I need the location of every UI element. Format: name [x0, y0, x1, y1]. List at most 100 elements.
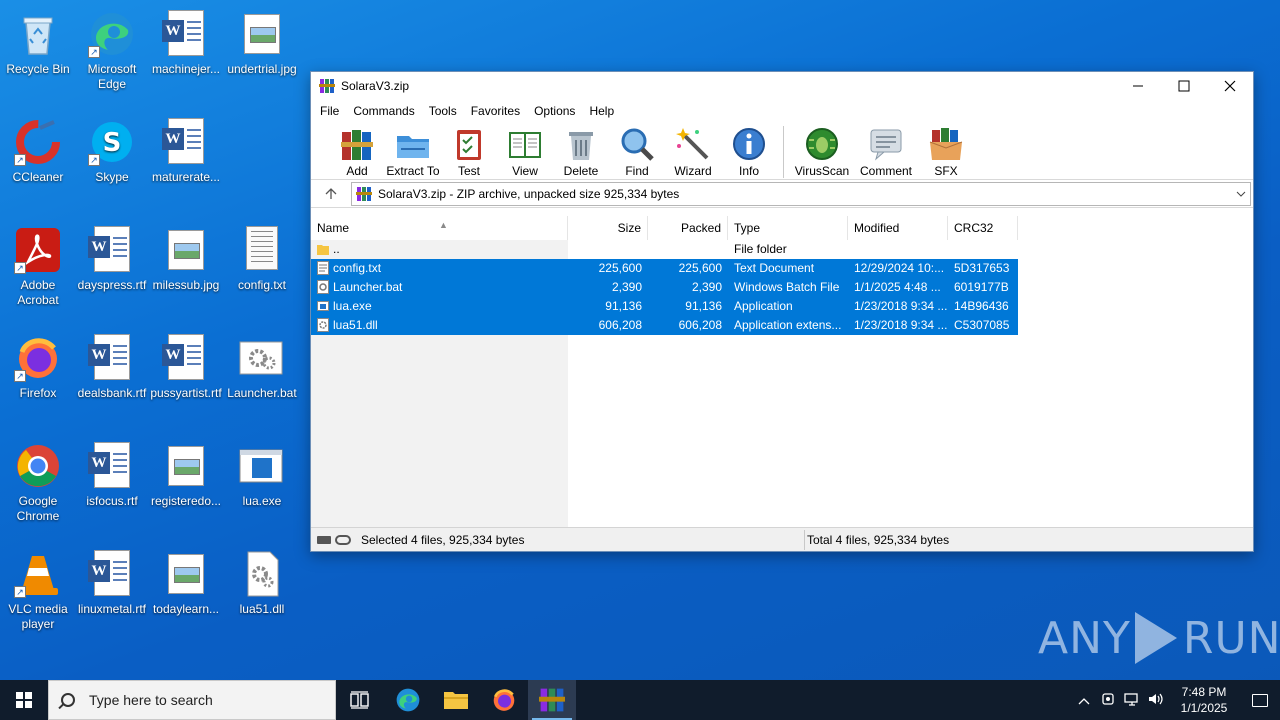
row-modified: 1/23/2018 9:34 ... — [848, 297, 948, 316]
volume-icon[interactable] — [1144, 692, 1168, 709]
shortcut-arrow-icon: ↗ — [88, 154, 100, 166]
desktop-icon-label: Adobe Acrobat — [17, 278, 59, 307]
desktop-icon-firefox[interactable]: ↗ Firefox — [0, 328, 76, 428]
comment-button[interactable]: Comment — [854, 126, 918, 178]
table-row-launcher-bat[interactable]: Launcher.bat 2,390 2,390 Windows Batch F… — [311, 278, 1253, 297]
notifications-button[interactable] — [1240, 693, 1280, 707]
row-name-cell: lua.exe — [311, 297, 568, 316]
taskbar-file-explorer-button[interactable] — [432, 680, 480, 720]
virusscan-button[interactable]: VirusScan — [790, 126, 854, 178]
view-button[interactable]: View — [497, 126, 553, 178]
menu-commands[interactable]: Commands — [346, 100, 421, 122]
desktop-icon-dayspress-rtf[interactable]: W dayspress.rtf — [74, 220, 150, 320]
task-view-button[interactable] — [336, 680, 384, 720]
wizard-wand-icon — [675, 126, 711, 162]
extract-to-button[interactable]: Extract To — [385, 126, 441, 178]
taskbar-search-box[interactable]: Type here to search — [48, 680, 336, 720]
desktop-icon-maturerate[interactable]: W maturerate... — [148, 112, 224, 212]
row-packed: 91,136 — [648, 297, 728, 316]
menu-tools[interactable]: Tools — [422, 100, 464, 122]
taskbar-edge-button[interactable] — [384, 680, 432, 720]
word-document-icon: W — [88, 550, 136, 598]
table-row-lua51-dll[interactable]: lua51.dll 606,208 606,208 Application ex… — [311, 316, 1253, 335]
firefox-icon: ↗ — [14, 334, 62, 382]
desktop-icon-registeredo[interactable]: registeredo... — [148, 436, 224, 536]
desktop-icon-isfocus-rtf[interactable]: W isfocus.rtf — [74, 436, 150, 536]
desktop-icon-microsoft-edge[interactable]: ↗ Microsoft Edge — [74, 4, 150, 104]
test-button[interactable]: Test — [441, 126, 497, 178]
maximize-button[interactable] — [1161, 72, 1207, 100]
delete-button[interactable]: Delete — [553, 126, 609, 178]
desktop-icon-recycle-bin[interactable]: Recycle Bin — [0, 4, 76, 104]
desktop-icon-label: lua51.dll — [239, 602, 285, 616]
start-button[interactable] — [0, 680, 48, 720]
menu-help[interactable]: Help — [582, 100, 621, 122]
menu-file[interactable]: File — [313, 100, 346, 122]
info-icon — [731, 126, 767, 162]
desktop-icon-pussyartist-rtf[interactable]: W pussyartist.rtf — [148, 328, 224, 428]
desktop-icon-label: Microsoft Edge — [87, 62, 137, 91]
archive-path-dropdown[interactable]: SolaraV3.zip - ZIP archive, unpacked siz… — [351, 181, 1251, 206]
desktop-icon-config-txt[interactable]: config.txt — [224, 220, 300, 320]
desktop-icon-undertrial-jpg[interactable]: undertrial.jpg — [224, 4, 300, 104]
show-hidden-icons-chevron-up-icon[interactable] — [1072, 693, 1096, 708]
shortcut-arrow-icon: ↗ — [88, 46, 100, 58]
add-button[interactable]: Add — [329, 126, 385, 178]
desktop-icon-google-chrome[interactable]: Google Chrome — [0, 436, 76, 536]
column-header-name[interactable]: Name ▲ — [311, 216, 568, 240]
row-packed: 225,600 — [648, 259, 728, 278]
desktop-icon-lua51-dll[interactable]: lua51.dll — [224, 544, 300, 644]
clock-date: 1/1/2025 — [1180, 701, 1228, 715]
menu-bar: File Commands Tools Favorites Options He… — [311, 100, 1253, 122]
search-icon — [61, 693, 75, 707]
table-row-lua-exe[interactable]: lua.exe 91,136 91,136 Application 1/23/2… — [311, 297, 1253, 316]
taskbar-clock[interactable]: 7:48 PM 1/1/2025 — [1168, 684, 1240, 716]
window-titlebar[interactable]: SolaraV3.zip — [311, 72, 1253, 100]
desktop-icon-skype[interactable]: S ↗ Skype — [74, 112, 150, 212]
desktop-icon-dealsbank-rtf[interactable]: W dealsbank.rtf — [74, 328, 150, 428]
text-file-icon — [317, 261, 329, 275]
network-icon[interactable] — [1120, 692, 1144, 709]
virusscan-bug-icon — [804, 126, 840, 162]
key-icon[interactable] — [335, 534, 351, 545]
play-triangle-icon — [1134, 612, 1177, 664]
taskbar-winrar-button[interactable] — [528, 680, 576, 720]
minimize-button[interactable] — [1115, 72, 1161, 100]
menu-options[interactable]: Options — [527, 100, 582, 122]
desktop-icon-ccleaner[interactable]: ↗ CCleaner — [0, 112, 76, 212]
watermark-right-text: RUN — [1182, 612, 1280, 664]
table-row-parent-folder[interactable]: .. File folder — [311, 240, 1253, 259]
desktop-icon-milessub-jpg[interactable]: milessub.jpg — [148, 220, 224, 320]
wizard-button[interactable]: Wizard — [665, 126, 721, 178]
desktop-icon-launcher-bat[interactable]: Launcher.bat — [224, 328, 300, 428]
table-row-config-txt[interactable]: config.txt 225,600 225,600 Text Document… — [311, 259, 1253, 278]
desktop-icon-adobe-acrobat[interactable]: ↗ Adobe Acrobat — [0, 220, 76, 320]
desktop-icon-todaylearn[interactable]: todaylearn... — [148, 544, 224, 644]
column-header-type[interactable]: Type — [728, 216, 848, 240]
window-title: SolaraV3.zip — [341, 79, 410, 93]
column-header-packed[interactable]: Packed — [648, 216, 728, 240]
chevron-down-icon[interactable] — [1232, 188, 1250, 200]
watermark-left-text: ANY — [1038, 612, 1131, 664]
column-header-modified[interactable]: Modified — [848, 216, 948, 240]
desktop-icon-vlc[interactable]: ↗ VLC media player — [0, 544, 76, 644]
up-one-level-button[interactable] — [311, 180, 351, 208]
winrar-window: SolaraV3.zip File Commands Tools Favorit… — [310, 71, 1254, 552]
find-button[interactable]: Find — [609, 126, 665, 178]
desktop-icon-linuxmetal-rtf[interactable]: W linuxmetal.rtf — [74, 544, 150, 644]
column-header-crc32[interactable]: CRC32 — [948, 216, 1018, 240]
desktop-icon-machinejer[interactable]: W machinejer... — [148, 4, 224, 104]
menu-favorites[interactable]: Favorites — [464, 100, 527, 122]
row-name-cell: config.txt — [311, 259, 568, 278]
taskbar-firefox-button[interactable] — [480, 680, 528, 720]
sfx-button[interactable]: SFX — [918, 126, 974, 178]
desktop-icon-lua-exe[interactable]: lua.exe — [224, 436, 300, 536]
anyrun-watermark: ANY RUN — [1038, 612, 1280, 664]
row-type: Application — [728, 297, 848, 316]
info-button[interactable]: Info — [721, 126, 777, 178]
drive-icon[interactable] — [317, 535, 331, 544]
device-icon[interactable] — [1096, 692, 1120, 709]
column-header-size[interactable]: Size — [568, 216, 648, 240]
desktop-icon-label: undertrial.jpg — [227, 62, 297, 76]
close-button[interactable] — [1207, 72, 1253, 100]
